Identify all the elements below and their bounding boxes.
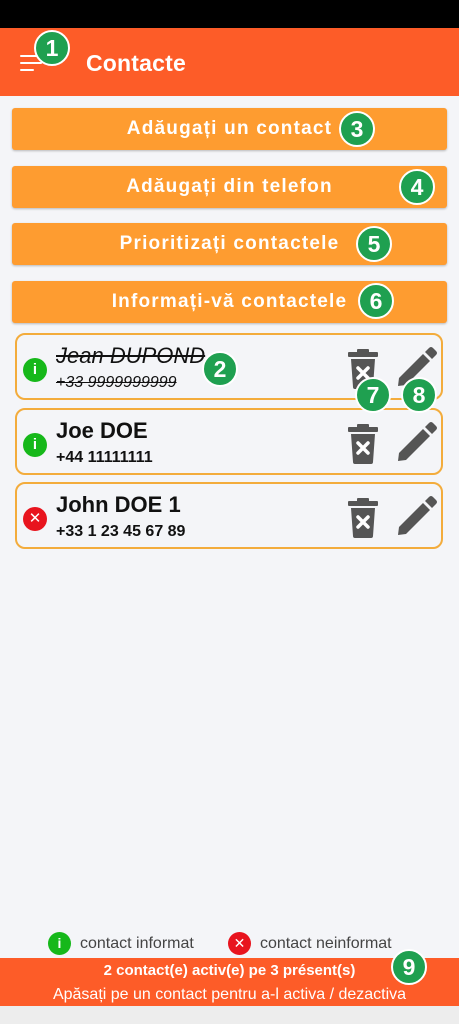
contact-name: Joe DOE xyxy=(56,418,148,443)
delete-icon xyxy=(348,424,378,464)
delete-contact-button[interactable] xyxy=(339,493,387,541)
contact-card[interactable]: ✕ John DOE 1 +33 1 23 45 67 89 xyxy=(15,482,443,549)
annotation-badge: 4 xyxy=(399,169,435,205)
edit-icon xyxy=(398,422,437,461)
contact-phone: +33 9999999999 xyxy=(56,374,177,391)
legend-not-informed: ✕ contact neinformat xyxy=(228,932,392,956)
annotation-badge: 1 xyxy=(34,30,70,66)
annotation-badge: 3 xyxy=(339,111,375,147)
annotation-badge: 5 xyxy=(356,226,392,262)
delete-icon xyxy=(348,498,378,538)
legend: i contact informat ✕ contact neinformat xyxy=(0,930,459,956)
navigation-bar xyxy=(0,1006,459,1024)
edit-contact-button[interactable] xyxy=(392,419,440,467)
legend-label: contact informat xyxy=(80,935,194,952)
close-icon: ✕ xyxy=(228,932,251,956)
app-bar: Contacte xyxy=(0,28,459,96)
annotation-badge: 9 xyxy=(391,949,427,985)
annotation-badge: 6 xyxy=(358,283,394,319)
contact-card[interactable]: i Joe DOE +44 11111111 xyxy=(15,408,443,475)
info-icon: i xyxy=(23,358,47,382)
add-from-phone-button[interactable]: Adăugați din telefon xyxy=(12,166,447,208)
add-contact-button[interactable]: Adăugați un contact xyxy=(12,108,447,150)
edit-contact-button[interactable] xyxy=(392,493,440,541)
annotation-badge: 7 xyxy=(355,377,391,413)
annotation-badge: 8 xyxy=(401,377,437,413)
edit-icon xyxy=(398,496,437,535)
contact-name: John DOE 1 xyxy=(56,492,181,517)
info-icon: i xyxy=(48,932,71,956)
annotation-badge: 2 xyxy=(202,351,238,387)
page-title: Contacte xyxy=(86,50,187,76)
legend-informed: i contact informat xyxy=(48,932,194,956)
contact-phone: +33 1 23 45 67 89 xyxy=(56,523,186,540)
footer-hint: Apăsați pe un contact pentru a-l activa … xyxy=(52,986,407,1003)
delete-contact-button[interactable] xyxy=(339,419,387,467)
contact-phone: +44 11111111 xyxy=(56,449,153,466)
status-bar xyxy=(0,0,459,28)
legend-label: contact neinformat xyxy=(260,935,392,952)
close-icon: ✕ xyxy=(23,507,47,531)
contact-name: Jean DUPOND xyxy=(56,343,206,368)
info-icon: i xyxy=(23,433,47,457)
